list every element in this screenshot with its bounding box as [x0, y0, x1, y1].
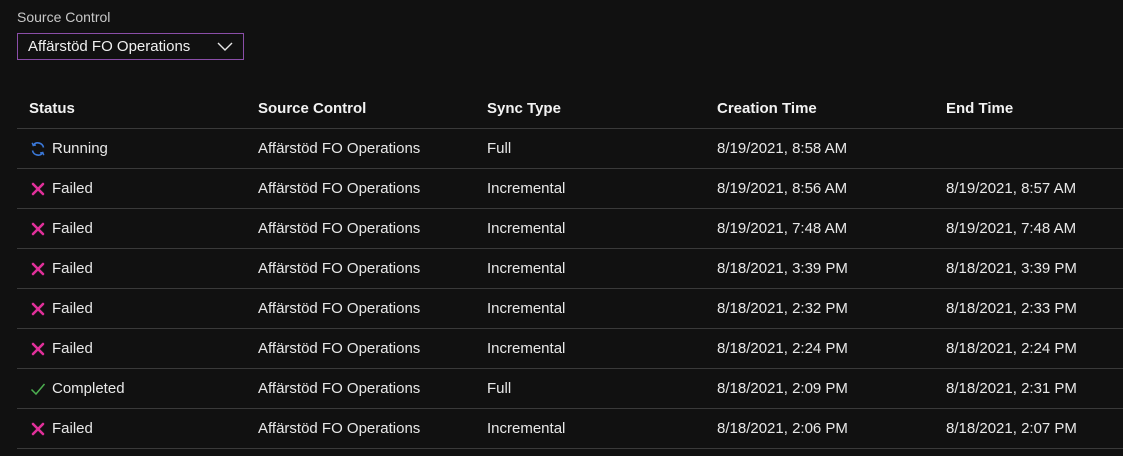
source-control-cell: Affärstöd FO Operations: [258, 340, 421, 357]
column-header-end-time[interactable]: End Time: [946, 88, 1013, 128]
status-text: Failed: [52, 420, 93, 437]
status-cell: Failed: [29, 169, 93, 208]
creation-time-cell: 8/18/2021, 2:24 PM: [717, 340, 848, 357]
column-header-status[interactable]: Status: [29, 88, 75, 128]
failed-x-icon: [29, 220, 47, 238]
sync-type-cell: Incremental: [487, 300, 566, 317]
status-cell: Completed: [29, 369, 125, 408]
end-time-cell: 8/19/2021, 7:48 AM: [946, 220, 1077, 237]
source-control-cell: Affärstöd FO Operations: [258, 380, 421, 397]
status-text: Failed: [52, 180, 93, 197]
sync-type-cell: Incremental: [487, 340, 566, 357]
source-control-cell: Affärstöd FO Operations: [258, 180, 421, 197]
source-control-cell: Affärstöd FO Operations: [258, 140, 421, 157]
creation-time-cell: 8/18/2021, 3:39 PM: [717, 260, 848, 277]
status-text: Failed: [52, 220, 93, 237]
table-row[interactable]: Failed Affärstöd FO Operations Incremental…: [17, 289, 1123, 329]
failed-x-icon: [29, 300, 47, 318]
failed-x-icon: [29, 260, 47, 278]
completed-check-icon: [29, 380, 47, 398]
sync-jobs-table: Status Source Control Sync Type Creation…: [17, 88, 1123, 449]
sync-type-cell: Incremental: [487, 180, 566, 197]
table-row[interactable]: Failed Affärstöd FO Operations Incremental…: [17, 209, 1123, 249]
sync-type-cell: Full: [487, 380, 512, 397]
table-row[interactable]: Failed Affärstöd FO Operations Incremental…: [17, 329, 1123, 369]
creation-time-cell: 8/18/2021, 2:32 PM: [717, 300, 848, 317]
table-row[interactable]: Failed Affärstöd FO Operations Incremental…: [17, 409, 1123, 449]
end-time-cell: 8/18/2021, 2:31 PM: [946, 380, 1077, 397]
column-header-creation-time[interactable]: Creation Time: [717, 88, 817, 128]
creation-time-cell: 8/19/2021, 8:56 AM: [717, 180, 848, 197]
status-text: Failed: [52, 340, 93, 357]
end-time-cell: 8/19/2021, 8:57 AM: [946, 180, 1077, 197]
source-control-cell: Affärstöd FO Operations: [258, 260, 421, 277]
status-text: Completed: [52, 380, 125, 397]
sync-type-cell: Incremental: [487, 420, 566, 437]
source-control-filter-label: Source Control: [17, 9, 111, 25]
source-control-dropdown-value: Affärstöd FO Operations: [28, 38, 191, 55]
sync-running-icon: [29, 140, 47, 158]
status-cell: Failed: [29, 209, 93, 248]
chevron-down-icon: [207, 34, 243, 59]
creation-time-cell: 8/19/2021, 8:58 AM: [717, 140, 848, 157]
failed-x-icon: [29, 340, 47, 358]
column-header-sync-type[interactable]: Sync Type: [487, 88, 561, 128]
failed-x-icon: [29, 180, 47, 198]
table-row[interactable]: Completed Affärstöd FO Operations Full 8/18…: [17, 369, 1123, 409]
source-control-cell: Affärstöd FO Operations: [258, 420, 421, 437]
creation-time-cell: 8/18/2021, 2:06 PM: [717, 420, 848, 437]
table-header-row: Status Source Control Sync Type Creation…: [17, 88, 1123, 129]
status-text: Running: [52, 140, 108, 157]
creation-time-cell: 8/19/2021, 7:48 AM: [717, 220, 848, 237]
table-row[interactable]: Failed Affärstöd FO Operations Incremental…: [17, 169, 1123, 209]
failed-x-icon: [29, 420, 47, 438]
end-time-cell: 8/18/2021, 3:39 PM: [946, 260, 1077, 277]
source-control-cell: Affärstöd FO Operations: [258, 300, 421, 317]
end-time-cell: 8/18/2021, 2:24 PM: [946, 340, 1077, 357]
creation-time-cell: 8/18/2021, 2:09 PM: [717, 380, 848, 397]
status-text: Failed: [52, 260, 93, 277]
end-time-cell: 8/18/2021, 2:07 PM: [946, 420, 1077, 437]
status-text: Failed: [52, 300, 93, 317]
table-row[interactable]: Running Affärstöd FO Operations Full 8/19/2…: [17, 129, 1123, 169]
status-cell: Failed: [29, 329, 93, 368]
status-cell: Running: [29, 129, 108, 168]
status-cell: Failed: [29, 289, 93, 328]
source-control-dropdown[interactable]: Affärstöd FO Operations: [17, 33, 244, 60]
end-time-cell: 8/18/2021, 2:33 PM: [946, 300, 1077, 317]
table-row[interactable]: Failed Affärstöd FO Operations Incremental…: [17, 249, 1123, 289]
sync-type-cell: Full: [487, 140, 512, 157]
status-cell: Failed: [29, 249, 93, 288]
sync-type-cell: Incremental: [487, 220, 566, 237]
source-control-jobs-page: Source Control Affärstöd FO Operations S…: [0, 0, 1123, 456]
sync-type-cell: Incremental: [487, 260, 566, 277]
column-header-source-control[interactable]: Source Control: [258, 88, 366, 128]
source-control-cell: Affärstöd FO Operations: [258, 220, 421, 237]
status-cell: Failed: [29, 409, 93, 448]
